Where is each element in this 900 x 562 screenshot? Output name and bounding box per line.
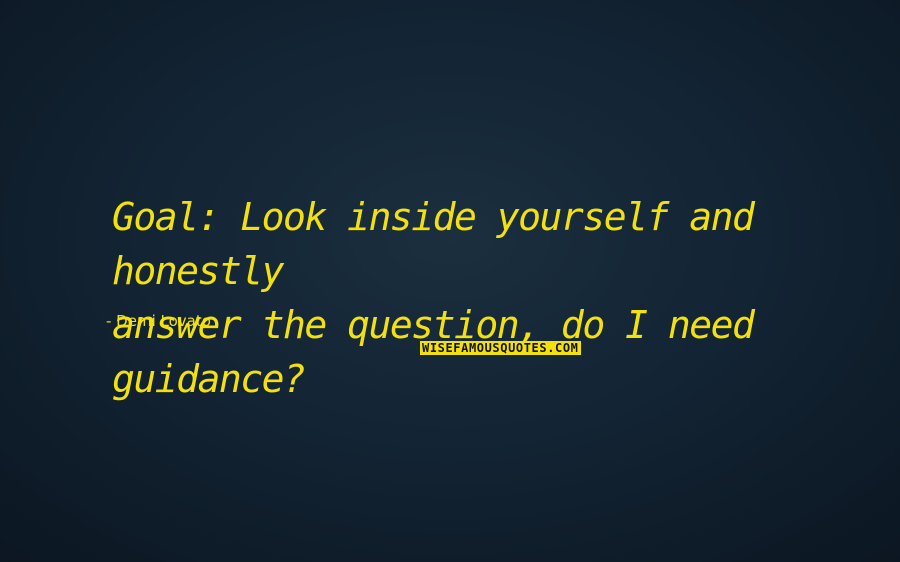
site-watermark: WISEFAMOUSQUOTES.COM [420,341,581,355]
quote-canvas: Goal: Look inside yourself and honestly … [0,0,900,562]
quote-text: Goal: Look inside yourself and honestly … [112,195,755,401]
quote-author: - Demi Lovato [106,312,211,330]
